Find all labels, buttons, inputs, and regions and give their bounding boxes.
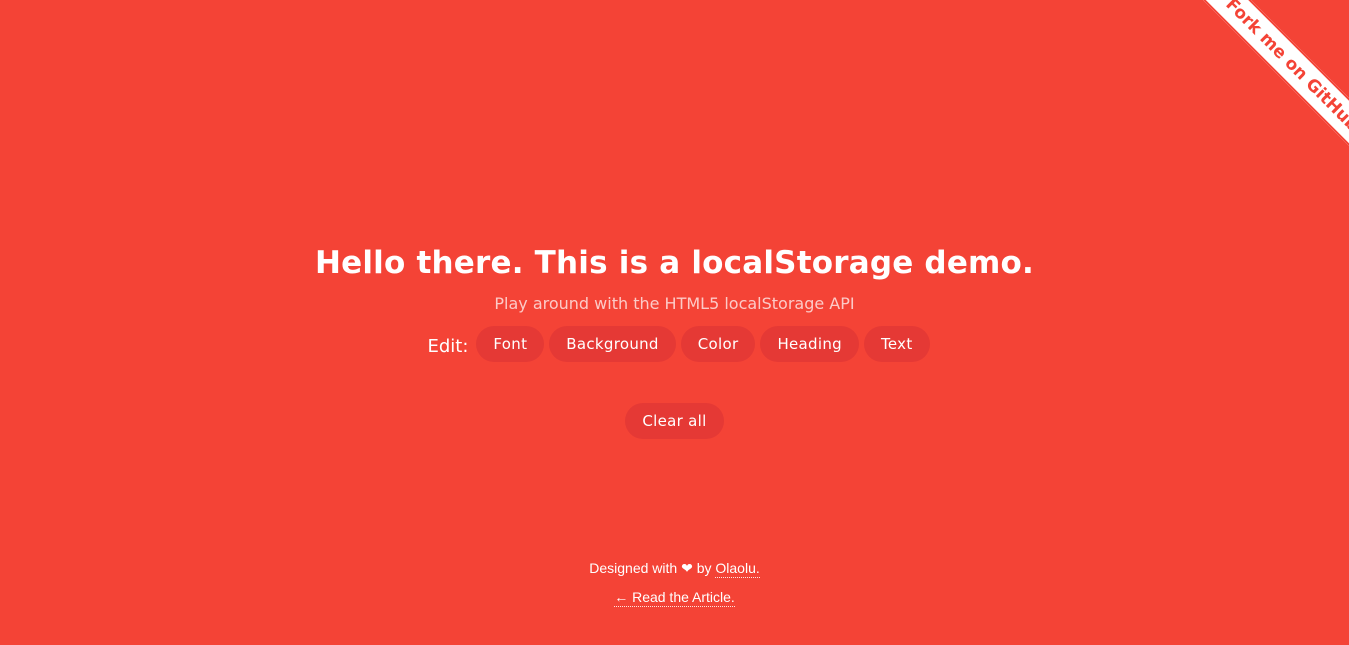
read-article-link[interactable]: ← Read the Article. — [614, 589, 735, 607]
by-text: by — [696, 560, 712, 576]
page-subtitle: Play around with the HTML5 localStorage … — [494, 294, 855, 313]
designed-prefix: Designed with — [589, 560, 678, 576]
edit-color-button[interactable]: Color — [680, 326, 756, 362]
footer: Designed with ❤ by Olaolu. ← Read the Ar… — [0, 554, 1349, 612]
author-link[interactable]: Olaolu. — [715, 560, 760, 578]
edit-text-button[interactable]: Text — [863, 326, 930, 362]
edit-heading-button[interactable]: Heading — [760, 326, 859, 362]
heart-icon: ❤ — [681, 560, 693, 576]
designed-by-line: Designed with ❤ by Olaolu. — [0, 554, 1349, 583]
edit-toolbar: Edit: Font Background Color Heading Text — [0, 326, 1349, 362]
article-line: ← Read the Article. — [0, 583, 1349, 612]
fork-github-ribbon[interactable]: Fork me on GitHub — [1198, 0, 1349, 159]
main-content: Hello there. This is a localStorage demo… — [0, 240, 1349, 439]
edit-background-button[interactable]: Background — [549, 326, 676, 362]
edit-label: Edit: — [427, 335, 469, 357]
page-title: Hello there. This is a localStorage demo… — [314, 245, 1035, 281]
edit-font-button[interactable]: Font — [476, 326, 545, 362]
clear-row: Clear all — [0, 403, 1349, 439]
clear-all-button[interactable]: Clear all — [625, 403, 724, 439]
github-ribbon-container: Fork me on GitHub — [1189, 0, 1349, 160]
